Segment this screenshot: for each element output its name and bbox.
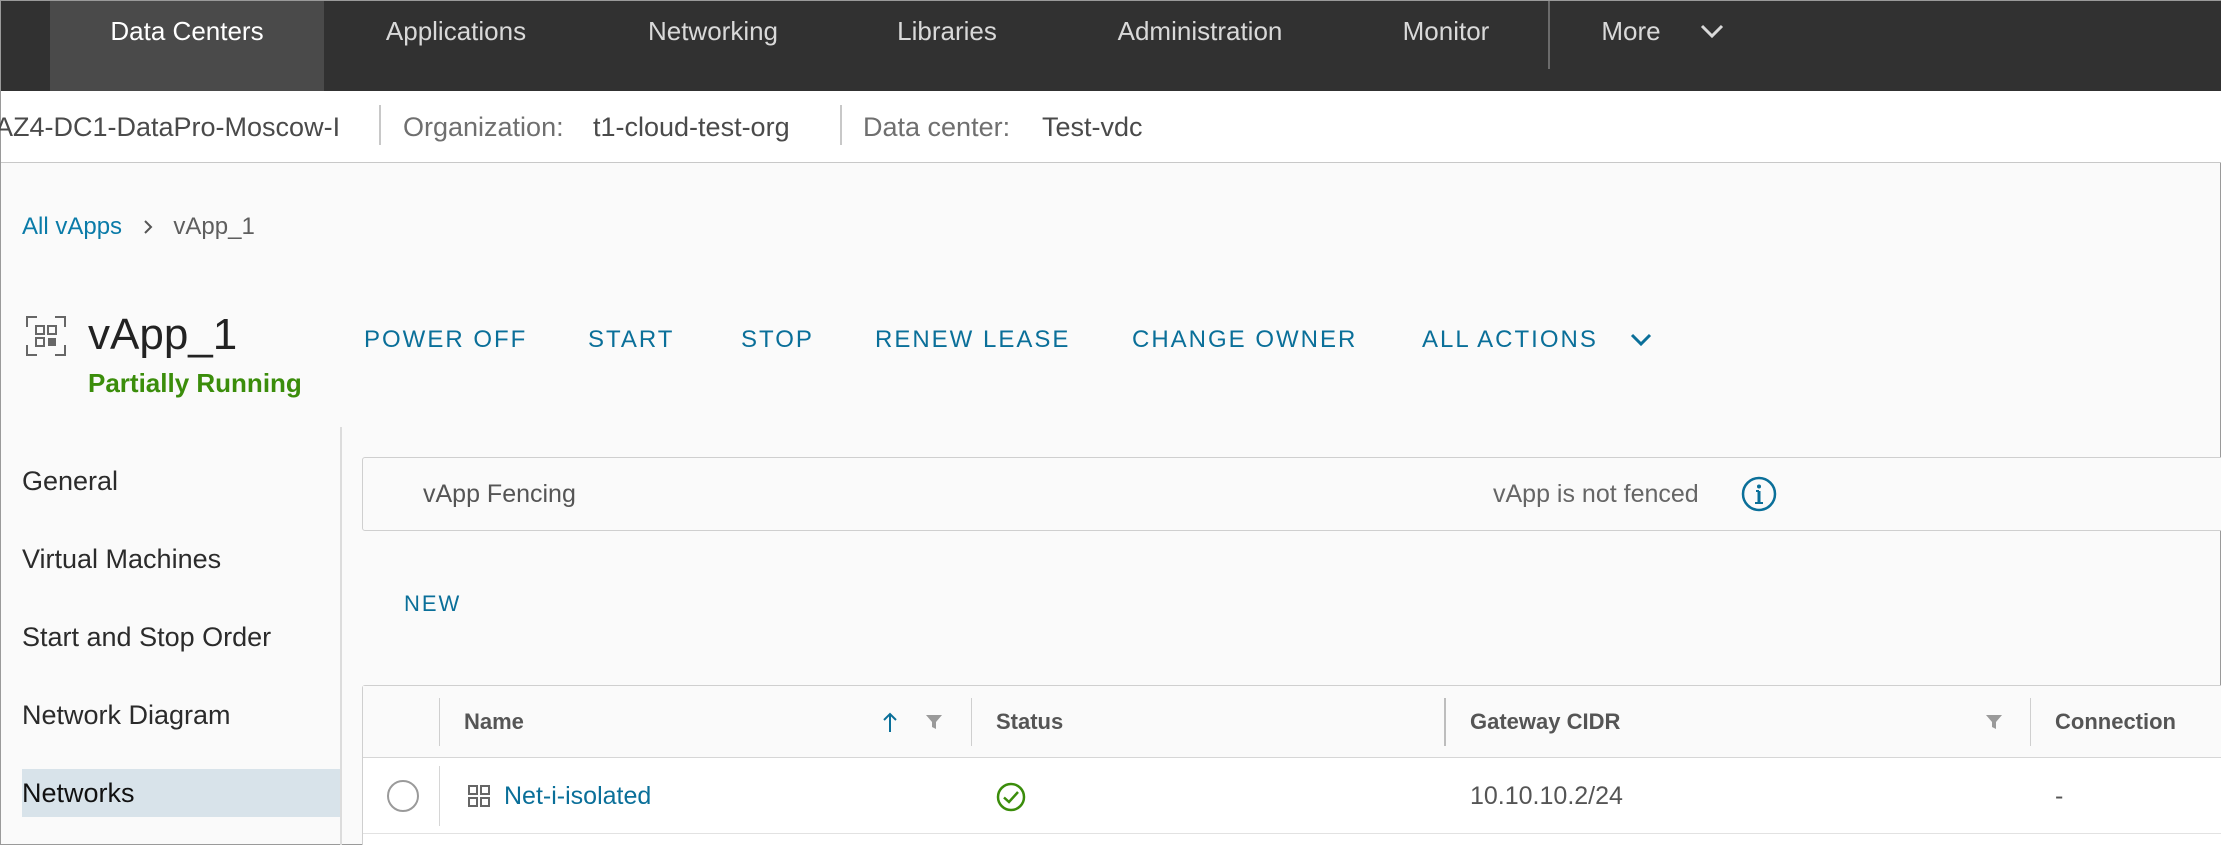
organization-value[interactable]: t1-cloud-test-org [593, 91, 790, 163]
column-separator [439, 766, 440, 826]
breadcrumb-all-vapps[interactable]: All vApps [22, 213, 122, 240]
sort-ascending-icon[interactable] [882, 710, 898, 734]
column-separator [2030, 698, 2031, 746]
network-name-link[interactable]: Net-i-isolated [504, 758, 651, 834]
site-name[interactable]: AZ4-DC1-DataPro-Moscow-I [0, 91, 340, 163]
nav-libraries[interactable]: Libraries [867, 1, 1027, 91]
network-icon [468, 785, 490, 807]
column-separator [971, 698, 972, 746]
column-header-status[interactable]: Status [996, 686, 1063, 758]
context-divider [840, 105, 842, 145]
chevron-down-icon[interactable] [1629, 331, 1653, 349]
context-divider [379, 105, 381, 145]
sidebar-divider [340, 427, 342, 845]
nav-more[interactable]: More [1571, 1, 1691, 91]
new-network-button[interactable]: NEW [404, 589, 461, 619]
nav-networking[interactable]: Networking [606, 1, 820, 91]
sidebar-item-general[interactable]: General [22, 457, 118, 505]
grid-header: Name Status Gateway CIDR Connection [363, 686, 2221, 758]
nav-data-centers[interactable]: Data Centers [50, 1, 324, 91]
page-title: vApp_1 [88, 310, 238, 359]
stop-button[interactable]: STOP [741, 323, 814, 357]
table-row[interactable]: Net-i-isolated 10.10.10.2/24 - [363, 758, 2221, 834]
networks-grid: Name Status Gateway CIDR Connection Net-… [362, 685, 2221, 845]
sidebar-item-network-diagram[interactable]: Network Diagram [22, 691, 231, 739]
chevron-right-icon [129, 211, 167, 243]
sidebar-item-virtual-machines[interactable]: Virtual Machines [22, 535, 221, 583]
organization-label: Organization: [403, 112, 564, 142]
top-navigation: Data Centers Applications Networking Lib… [1, 1, 2221, 91]
sidebar-item-start-stop-order[interactable]: Start and Stop Order [22, 613, 271, 661]
connection-cell: - [2055, 782, 2064, 810]
check-circle-icon [996, 782, 1026, 812]
column-header-gateway-cidr[interactable]: Gateway CIDR [1470, 686, 1620, 758]
gateway-cidr-cell: 10.10.10.2/24 [1470, 782, 1623, 810]
status-badge: Partially Running [88, 368, 302, 398]
power-off-button[interactable]: POWER OFF [364, 323, 527, 357]
column-header-name[interactable]: Name [464, 686, 524, 758]
all-actions-button[interactable]: ALL ACTIONS [1422, 323, 1598, 357]
change-owner-button[interactable]: CHANGE OWNER [1132, 323, 1357, 357]
breadcrumb-current: vApp_1 [173, 213, 255, 240]
nav-monitor[interactable]: Monitor [1371, 1, 1521, 91]
chevron-down-icon[interactable] [1699, 21, 1725, 41]
data-center-value[interactable]: Test-vdc [1042, 91, 1143, 163]
start-button[interactable]: START [588, 323, 674, 357]
fencing-value: vApp is not fenced [1493, 480, 1699, 508]
nav-applications[interactable]: Applications [343, 1, 569, 91]
filter-icon[interactable] [925, 713, 943, 731]
nav-divider [1548, 1, 1550, 69]
fencing-label: vApp Fencing [423, 480, 576, 508]
sidebar-item-networks[interactable]: Networks [22, 769, 340, 817]
column-separator [1444, 698, 1446, 746]
breadcrumb: All vApps vApp_1 [22, 211, 255, 243]
column-separator [439, 698, 440, 746]
data-center-label: Data center: [863, 112, 1011, 142]
nav-administration[interactable]: Administration [1086, 1, 1314, 91]
vapp-icon [26, 316, 66, 356]
info-icon[interactable] [1741, 476, 1777, 512]
vapp-fencing-card: vApp Fencing vApp is not fenced [362, 457, 2221, 531]
filter-icon[interactable] [1985, 713, 2003, 731]
row-select-radio[interactable] [387, 780, 419, 812]
column-header-connection[interactable]: Connection [2055, 686, 2176, 758]
renew-lease-button[interactable]: RENEW LEASE [875, 323, 1070, 357]
context-bar: AZ4-DC1-DataPro-Moscow-I Organization: t… [0, 91, 2221, 163]
